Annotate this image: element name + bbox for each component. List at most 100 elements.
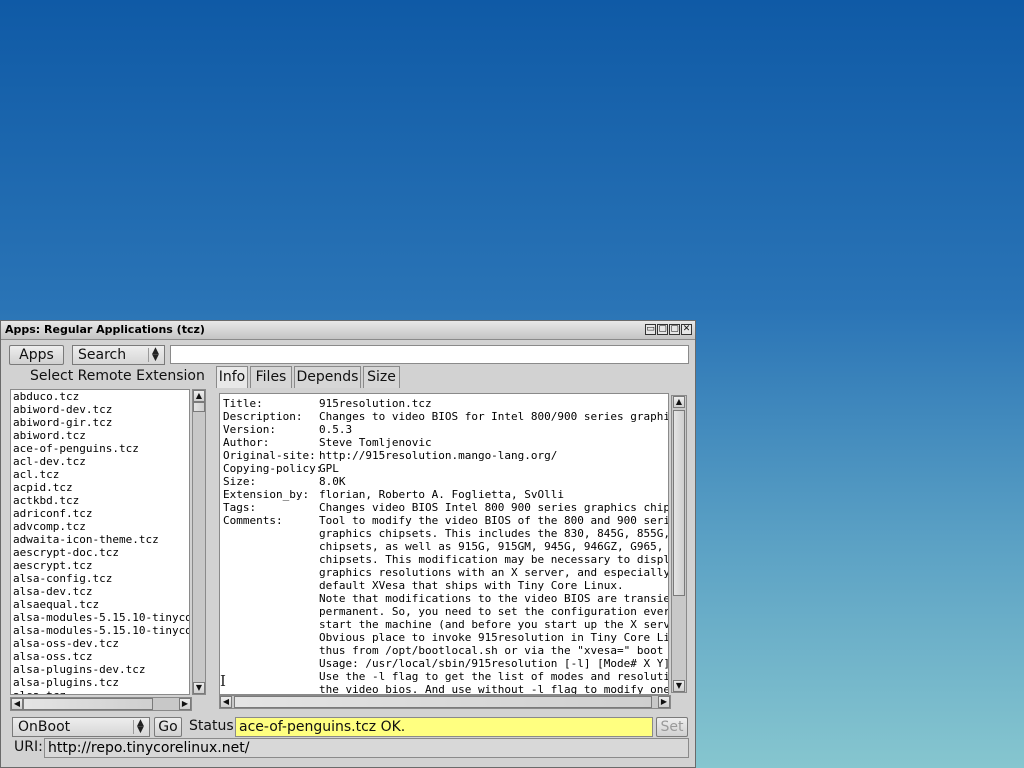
list-item[interactable]: adriconf.tcz — [11, 507, 189, 520]
info-key: Comments: — [223, 514, 283, 527]
list-item[interactable]: adwaita-icon-theme.tcz — [11, 533, 189, 546]
info-key — [223, 527, 319, 540]
list-item[interactable]: alsa-oss-dev.tcz — [11, 637, 189, 650]
list-hscroll-thumb[interactable] — [23, 698, 153, 710]
close-icon[interactable]: ✕ — [681, 324, 692, 335]
list-item[interactable]: alsaequal.tcz — [11, 598, 189, 611]
info-key — [223, 631, 319, 644]
scroll-up-icon[interactable]: ▲ — [193, 390, 205, 402]
restore-icon[interactable]: ▢ — [657, 324, 668, 335]
tab-depends[interactable]: Depends — [294, 366, 361, 388]
list-item[interactable]: alsa-dev.tcz — [11, 585, 189, 598]
info-row: Description: Changes to video BIOS for In… — [220, 410, 668, 423]
info-row: Version: 0.5.3 — [220, 423, 668, 436]
info-key — [223, 592, 319, 605]
info-key: Original-site: — [223, 449, 316, 462]
info-scroll-up-icon[interactable]: ▲ — [673, 396, 685, 408]
title-bar[interactable]: Apps: Regular Applications (tcz) ▭ ▢ ▢ ✕ — [1, 321, 695, 340]
info-row: Tags: Changes video BIOS Intel 800 900 se… — [220, 501, 668, 514]
info-value: Obvious place to invoke 915resolution in… — [319, 631, 669, 644]
info-row: the video bios. And use without -l flag … — [220, 683, 668, 694]
list-scroll-thumb[interactable] — [193, 402, 205, 412]
list-item[interactable]: alsa-modules-5.15.10-tinycore. — [11, 624, 189, 637]
info-value: Changes to video BIOS for Intel 800/900 … — [319, 410, 669, 423]
info-key — [223, 566, 319, 579]
search-input[interactable] — [170, 345, 689, 364]
info-value: Use the -l flag to get the list of modes… — [319, 670, 669, 683]
list-item[interactable]: ace-of-penguins.tcz — [11, 442, 189, 455]
info-row: Size: 8.0K — [220, 475, 668, 488]
go-button[interactable]: Go — [154, 717, 182, 737]
maximize-icon[interactable]: ▢ — [669, 324, 680, 335]
list-item[interactable]: acpid.tcz — [11, 481, 189, 494]
list-item[interactable]: acl-dev.tcz — [11, 455, 189, 468]
list-item[interactable]: alsa-plugins-dev.tcz — [11, 663, 189, 676]
info-value: 0.5.3 — [319, 423, 353, 436]
search-mode-select[interactable]: Search ▲ ▼ — [72, 345, 165, 365]
info-key: Description: — [223, 410, 303, 423]
minimize-icon[interactable]: ▭ — [645, 324, 656, 335]
list-item[interactable]: aescrypt-doc.tcz — [11, 546, 189, 559]
list-item[interactable]: aescrypt.tcz — [11, 559, 189, 572]
list-item[interactable]: actkbd.tcz — [11, 494, 189, 507]
list-item[interactable]: acl.tcz — [11, 468, 189, 481]
info-key: Tags: — [223, 501, 257, 514]
extension-list[interactable]: abduco.tcz abiword-dev.tcz abiword-gir.tcz… — [10, 389, 190, 695]
list-item[interactable]: alsa.tcz — [11, 689, 189, 694]
info-value: GPL — [319, 462, 339, 475]
info-scroll-thumb[interactable] — [673, 410, 685, 596]
scroll-right-icon[interactable]: ▶ — [179, 698, 191, 710]
info-value: Usage: /usr/local/sbin/915resolution [-l… — [319, 657, 669, 670]
uri-field[interactable]: http://repo.tinycorelinux.net/ — [44, 738, 689, 758]
info-scroll-right-icon[interactable]: ▶ — [658, 696, 670, 708]
info-row: chipsets, as well as 915G, 915GM, 945G, … — [220, 540, 668, 553]
scroll-left-icon[interactable]: ◀ — [11, 698, 23, 710]
onboot-select[interactable]: OnBoot ▲ ▼ — [12, 717, 150, 737]
tab-info[interactable]: Info — [216, 366, 248, 388]
info-horizontal-scrollbar[interactable]: ◀ ▶ — [219, 695, 671, 709]
info-value: start the machine (and before you start … — [319, 618, 669, 631]
window-title: Apps: Regular Applications (tcz) — [5, 323, 205, 336]
list-item[interactable]: alsa-oss.tcz — [11, 650, 189, 663]
info-row: Use the -l flag to get the list of modes… — [220, 670, 668, 683]
info-row: permanent. So, you need to set the confi… — [220, 605, 668, 618]
list-item[interactable]: abiword-gir.tcz — [11, 416, 189, 429]
info-vertical-scrollbar[interactable]: ▲ ▼ — [671, 395, 687, 693]
apps-button[interactable]: Apps — [9, 345, 64, 365]
info-key — [223, 683, 319, 694]
info-row: default XVesa that ships with Tiny Core … — [220, 579, 668, 592]
text-cursor-icon: I — [220, 672, 226, 690]
info-hscroll-thumb[interactable] — [234, 696, 652, 708]
list-horizontal-scrollbar[interactable]: ◀ ▶ — [10, 697, 192, 711]
list-item[interactable]: alsa-plugins.tcz — [11, 676, 189, 689]
list-item[interactable]: abiword.tcz — [11, 429, 189, 442]
list-item[interactable]: abduco.tcz — [11, 390, 189, 403]
tab-size[interactable]: Size — [363, 366, 400, 388]
list-item[interactable]: alsa-modules-5.15.10-tinycore6 — [11, 611, 189, 624]
info-value: 8.0K — [319, 475, 346, 488]
list-vertical-scrollbar[interactable]: ▲ ▼ — [192, 389, 206, 695]
info-value: default XVesa that ships with Tiny Core … — [319, 579, 624, 592]
info-key: Author: — [223, 436, 270, 449]
info-value: Note that modifications to the video BIO… — [319, 592, 669, 605]
scroll-down-icon[interactable]: ▼ — [193, 682, 205, 694]
onboot-value: OnBoot — [18, 719, 71, 735]
status-label: Status — [189, 718, 234, 734]
info-value: http://915resolution.mango-lang.org/ — [319, 449, 558, 462]
info-scroll-down-icon[interactable]: ▼ — [673, 680, 685, 692]
info-key — [223, 670, 319, 683]
list-item[interactable]: alsa-config.tcz — [11, 572, 189, 585]
list-item[interactable]: advcomp.tcz — [11, 520, 189, 533]
status-field: ace-of-penguins.tcz OK. — [235, 717, 653, 737]
set-button[interactable]: Set — [656, 717, 688, 737]
info-row: thus from /opt/bootlocal.sh or via the "… — [220, 644, 668, 657]
list-item[interactable]: abiword-dev.tcz — [11, 403, 189, 416]
tab-files[interactable]: Files — [250, 366, 292, 388]
info-row: Note that modifications to the video BIO… — [220, 592, 668, 605]
info-panel[interactable]: Title: 915resolution.tcz Description: Chang… — [219, 393, 669, 695]
info-row: chipsets. This modification may be neces… — [220, 553, 668, 566]
info-scroll-left-icon[interactable]: ◀ — [220, 696, 232, 708]
info-key — [223, 553, 319, 566]
info-value: graphics chipsets. This includes the 830… — [319, 527, 669, 540]
info-key: Title: — [223, 397, 263, 410]
